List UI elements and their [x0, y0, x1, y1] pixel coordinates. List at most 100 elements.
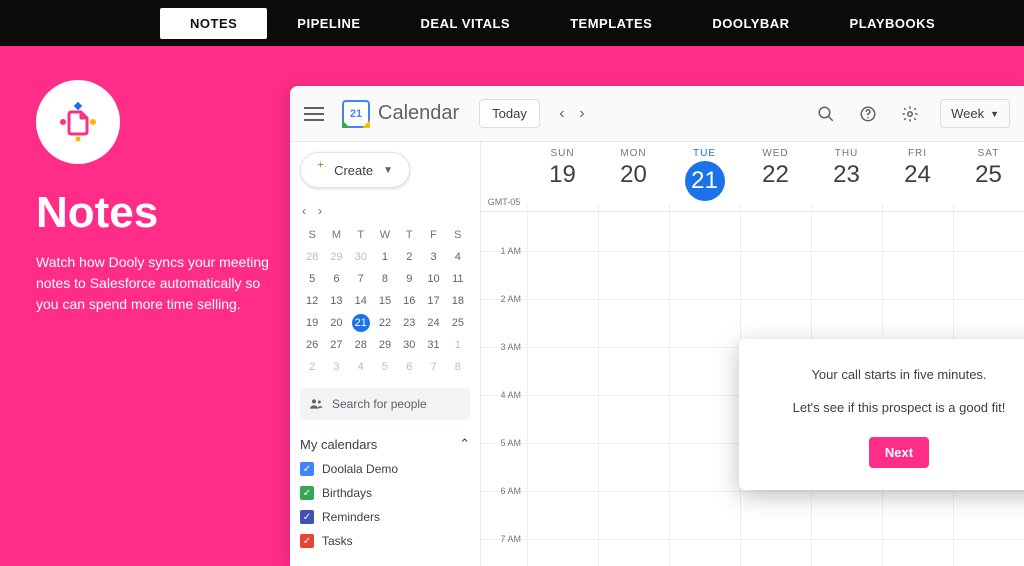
popup-next-button[interactable]: Next [869, 437, 929, 468]
mini-day[interactable]: 4 [446, 246, 470, 268]
mini-day[interactable]: 9 [397, 268, 421, 290]
mini-day[interactable]: 21 [349, 312, 373, 334]
grid-cell[interactable] [527, 348, 598, 395]
mini-day[interactable]: 8 [373, 268, 397, 290]
help-icon[interactable] [856, 102, 880, 126]
mini-day[interactable]: 28 [349, 334, 373, 356]
mini-day[interactable]: 5 [373, 356, 397, 378]
weekday-header[interactable]: FRI24 [882, 142, 953, 211]
grid-cell[interactable] [598, 300, 669, 347]
grid-cell[interactable] [527, 300, 598, 347]
search-icon[interactable] [814, 102, 838, 126]
prev-week-button[interactable]: ‹ [552, 104, 572, 124]
weekday-header[interactable]: WED22 [740, 142, 811, 211]
mini-day[interactable]: 13 [324, 290, 348, 312]
calendar-item[interactable]: ✓Reminders [300, 510, 470, 524]
mini-day[interactable]: 19 [300, 312, 324, 334]
calendar-item[interactable]: ✓Doolala Demo [300, 462, 470, 476]
topnav-tab-playbooks[interactable]: PLAYBOOKS [820, 8, 966, 39]
grid-cell[interactable] [882, 204, 953, 251]
grid-cell[interactable] [527, 540, 598, 566]
mini-day[interactable]: 16 [397, 290, 421, 312]
grid-cell[interactable] [598, 348, 669, 395]
grid-cell[interactable] [740, 492, 811, 539]
mini-day[interactable]: 2 [397, 246, 421, 268]
mini-day[interactable]: 7 [349, 268, 373, 290]
hamburger-icon[interactable] [304, 113, 324, 115]
mini-day[interactable]: 6 [324, 268, 348, 290]
calendar-item[interactable]: ✓Birthdays [300, 486, 470, 500]
mini-day[interactable]: 23 [397, 312, 421, 334]
grid-cell[interactable] [882, 540, 953, 566]
mini-day[interactable]: 25 [446, 312, 470, 334]
mini-day[interactable]: 15 [373, 290, 397, 312]
mini-day[interactable]: 6 [397, 356, 421, 378]
create-button[interactable]: Create ▼ [300, 152, 410, 188]
grid-cell[interactable] [669, 396, 740, 443]
mini-day[interactable]: 29 [324, 246, 348, 268]
topnav-tab-pipeline[interactable]: PIPELINE [267, 8, 390, 39]
mini-prev-month[interactable]: ‹ [302, 204, 306, 218]
weekday-header[interactable]: MON20 [598, 142, 669, 211]
mini-day[interactable]: 3 [421, 246, 445, 268]
next-week-button[interactable]: › [572, 104, 592, 124]
search-people-input[interactable]: Search for people [300, 388, 470, 420]
view-dropdown[interactable]: Week ▼ [940, 99, 1010, 128]
mini-day[interactable]: 10 [421, 268, 445, 290]
grid-cell[interactable] [669, 252, 740, 299]
grid-cell[interactable] [811, 252, 882, 299]
grid-cell[interactable] [527, 396, 598, 443]
mini-day[interactable]: 11 [446, 268, 470, 290]
grid-cell[interactable] [669, 204, 740, 251]
weekday-header[interactable]: SUN19 [527, 142, 598, 211]
grid-cell[interactable] [740, 540, 811, 566]
mini-day[interactable]: 3 [324, 356, 348, 378]
topnav-tab-deal-vitals[interactable]: DEAL VITALS [391, 8, 541, 39]
mini-day[interactable]: 28 [300, 246, 324, 268]
grid-cell[interactable] [598, 396, 669, 443]
grid-cell[interactable] [953, 540, 1024, 566]
grid-cell[interactable] [669, 444, 740, 491]
today-button[interactable]: Today [479, 99, 540, 128]
grid-cell[interactable] [740, 204, 811, 251]
weekday-header[interactable]: TUE21 [669, 142, 740, 211]
grid-cell[interactable] [598, 204, 669, 251]
mini-day[interactable]: 1 [373, 246, 397, 268]
grid-cell[interactable] [882, 492, 953, 539]
grid-cell[interactable] [598, 444, 669, 491]
topnav-tab-notes[interactable]: NOTES [160, 8, 267, 39]
grid-cell[interactable] [669, 348, 740, 395]
grid-cell[interactable] [669, 300, 740, 347]
mini-day[interactable]: 12 [300, 290, 324, 312]
mini-day[interactable]: 30 [349, 246, 373, 268]
mini-day[interactable]: 30 [397, 334, 421, 356]
mini-day[interactable]: 18 [446, 290, 470, 312]
weekday-header[interactable]: SAT25 [953, 142, 1024, 211]
mini-day[interactable]: 27 [324, 334, 348, 356]
grid-cell[interactable] [598, 252, 669, 299]
mini-day[interactable]: 22 [373, 312, 397, 334]
mini-day[interactable]: 20 [324, 312, 348, 334]
mini-day[interactable]: 5 [300, 268, 324, 290]
mini-day[interactable]: 7 [421, 356, 445, 378]
grid-cell[interactable] [527, 444, 598, 491]
grid-cell[interactable] [669, 540, 740, 566]
grid-cell[interactable] [953, 492, 1024, 539]
mini-day[interactable]: 24 [421, 312, 445, 334]
mini-day[interactable]: 1 [446, 334, 470, 356]
grid-cell[interactable] [953, 252, 1024, 299]
grid-cell[interactable] [527, 492, 598, 539]
grid-cell[interactable] [527, 252, 598, 299]
mini-day[interactable]: 14 [349, 290, 373, 312]
mini-day[interactable]: 29 [373, 334, 397, 356]
mini-day[interactable]: 17 [421, 290, 445, 312]
settings-gear-icon[interactable] [898, 102, 922, 126]
grid-cell[interactable] [740, 252, 811, 299]
mini-day[interactable]: 2 [300, 356, 324, 378]
weekday-header[interactable]: THU23 [811, 142, 882, 211]
grid-cell[interactable] [527, 204, 598, 251]
mini-day[interactable]: 31 [421, 334, 445, 356]
mini-next-month[interactable]: › [318, 204, 322, 218]
mini-day[interactable]: 4 [349, 356, 373, 378]
topnav-tab-doolybar[interactable]: DOOLYBAR [682, 8, 819, 39]
